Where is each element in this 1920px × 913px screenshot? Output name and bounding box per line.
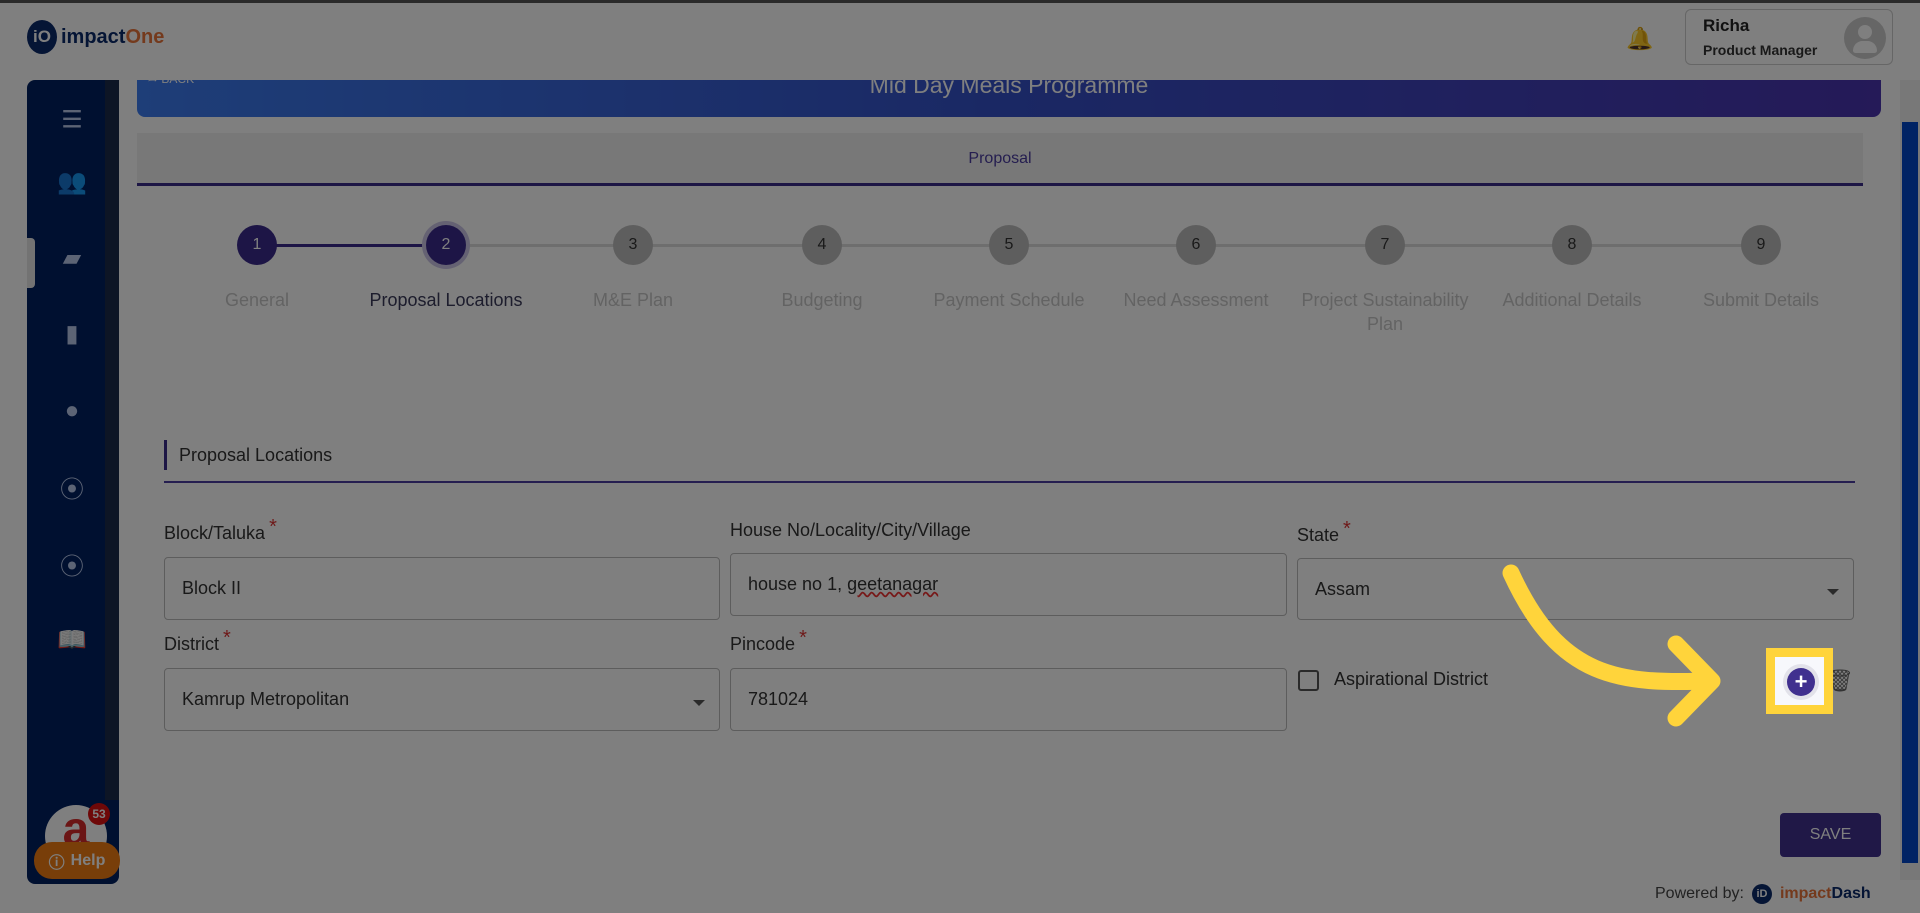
add-location-button[interactable]: +: [1787, 668, 1815, 696]
guide-arrow-icon: [1502, 564, 1721, 727]
